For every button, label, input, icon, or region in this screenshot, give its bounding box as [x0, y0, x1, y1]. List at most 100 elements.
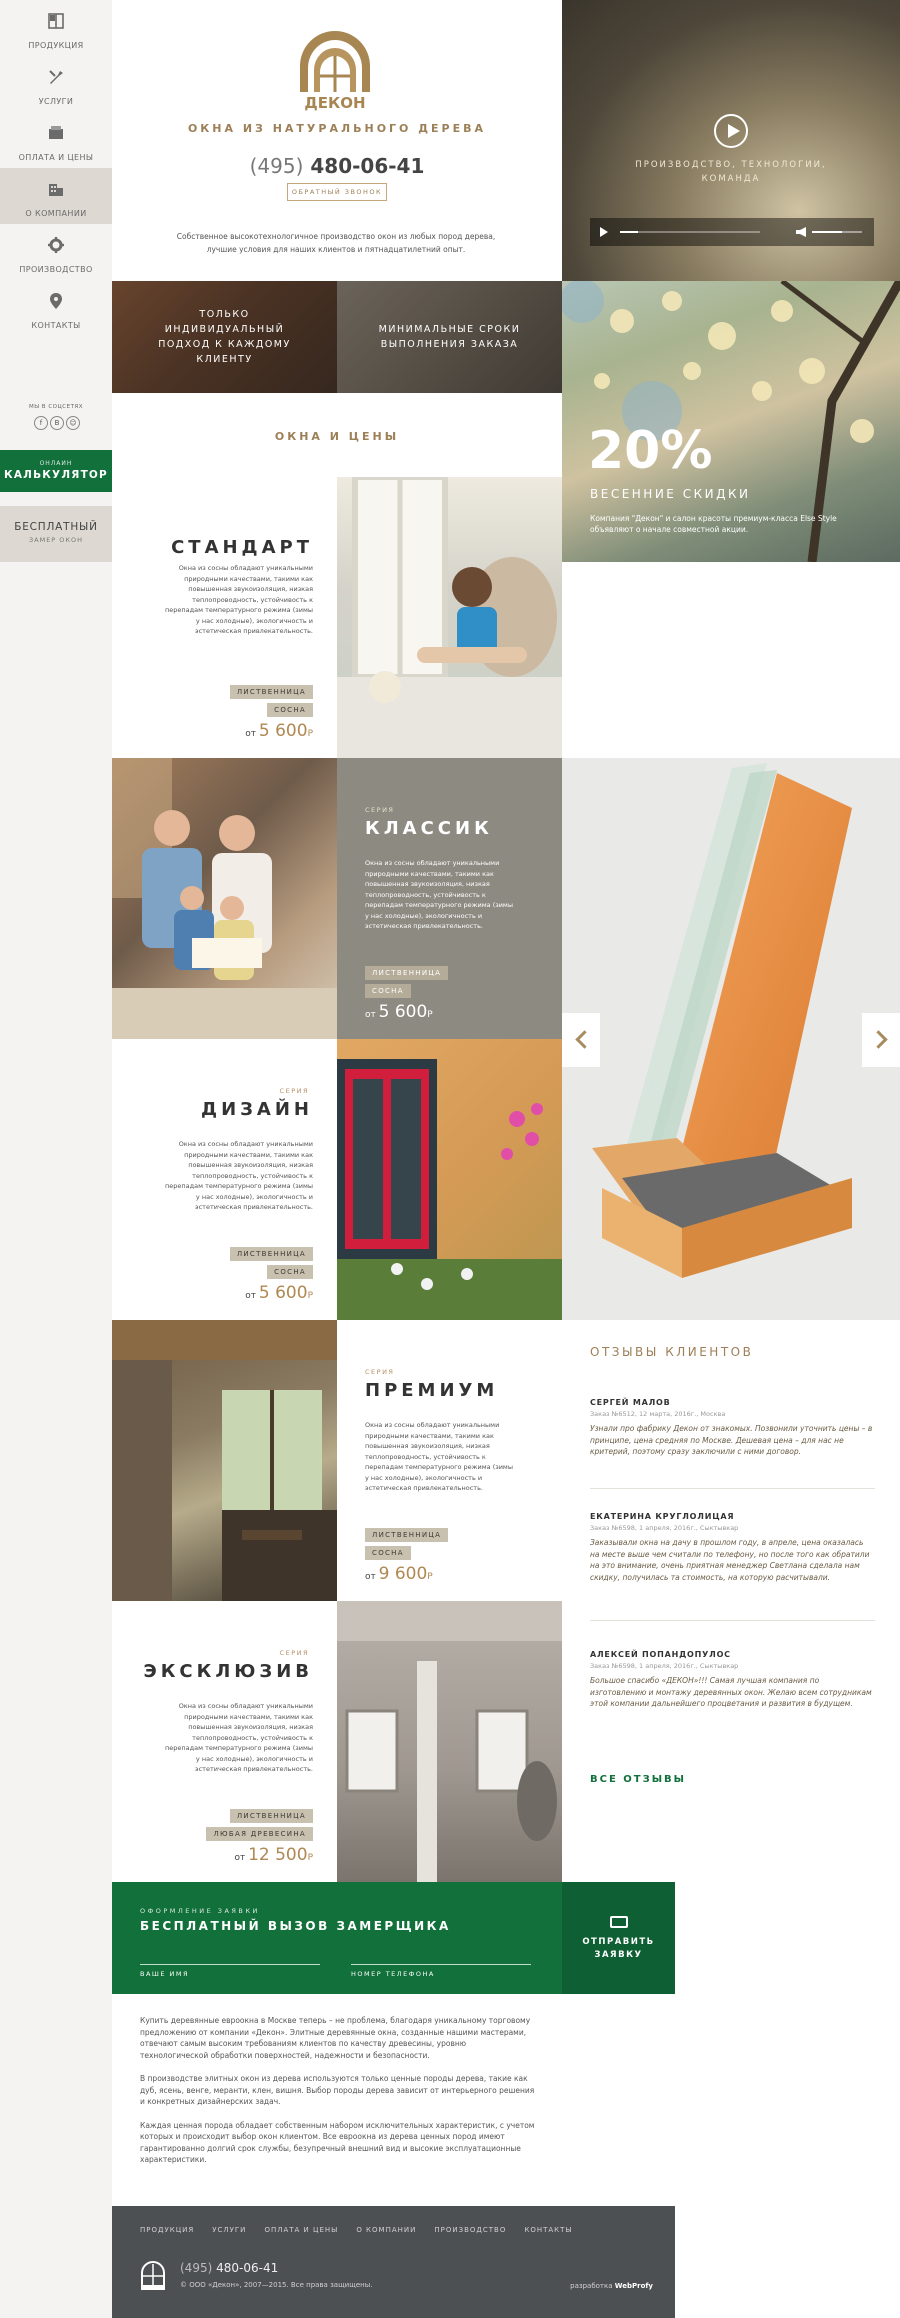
- callback-button[interactable]: ОБРАТНЫЙ ЗВОНОК: [287, 183, 387, 201]
- product-klassik[interactable]: СЕРИЯ КЛАССИК Окна из сосны обладают уни…: [337, 758, 570, 1039]
- vk-icon[interactable]: В: [50, 416, 64, 430]
- product-premium[interactable]: СЕРИЯ ПРЕМИУМ Окна из сосны обладают уни…: [337, 1320, 562, 1601]
- intro-text: Собственное высокотехнологичное производ…: [176, 232, 496, 254]
- product-name: СТАНДАРТ: [171, 537, 313, 558]
- promo-banner[interactable]: 20% ВЕСЕННИЕ СКИДКИ Компания "Декон" и с…: [562, 281, 900, 562]
- price-value: 5 600: [258, 721, 308, 741]
- facebook-icon[interactable]: f: [34, 416, 48, 430]
- sidebar-item-label: КОНТАКТЫ: [31, 321, 81, 330]
- slider-prev-arrow-icon[interactable]: [562, 1013, 600, 1067]
- phone-field[interactable]: НОМЕР ТЕЛЕФОНА: [351, 1964, 531, 1978]
- slider-next-arrow-icon[interactable]: [862, 1013, 900, 1067]
- dev-name: WebProfy: [614, 2282, 653, 2290]
- volume-icon[interactable]: [796, 227, 806, 237]
- review-text: Узнали про фабрику Декон от знакомых. По…: [590, 1424, 873, 1456]
- tools-icon: [49, 70, 63, 84]
- header-phone[interactable]: (495) 480-06-41: [112, 154, 562, 178]
- product-desc: Окна из сосны обладают уникальными приро…: [165, 1702, 313, 1773]
- price-currency: Р: [427, 1010, 433, 1020]
- product-serie: СЕРИЯ: [365, 806, 395, 814]
- progress-bar[interactable]: [620, 231, 760, 233]
- product-price: от 5 600Р: [245, 721, 313, 741]
- feature-text: МИНИМАЛЬНЫЕ СРОКИ ВЫПОЛНЕНИЯ ЗАКАЗА: [379, 322, 521, 352]
- product-dizain[interactable]: СЕРИЯ ДИЗАЙН Окна из сосны обладают уник…: [112, 1039, 337, 1320]
- product-desc: Окна из сосны обладают уникальными приро…: [365, 1421, 513, 1492]
- footer-link[interactable]: КОНТАКТЫ: [524, 2226, 572, 2234]
- phone-code: (495): [180, 2261, 213, 2275]
- product-name: ЭКСКЛЮЗИВ: [143, 1661, 313, 1682]
- all-reviews-link[interactable]: ВСЕ ОТЗЫВЫ: [590, 1774, 686, 1785]
- feature-individual: ТОЛЬКО ИНДИВИДУАЛЬНЫЙ ПОДХОД К КАЖДОМУ К…: [112, 281, 337, 393]
- wood-tag: ЛИСТВЕННИЦА: [365, 1528, 449, 1542]
- order-title: БЕСПЛАТНЫЙ ВЫЗОВ ЗАМЕРЩИКА: [140, 1919, 451, 1933]
- logo[interactable]: ДЕКОН: [290, 26, 380, 116]
- footer-phone[interactable]: (495) 480-06-41: [180, 2261, 278, 2275]
- product-name: ДИЗАЙН: [201, 1099, 313, 1120]
- developer-credit[interactable]: разработка WebProfy: [570, 2282, 653, 2290]
- footer-link[interactable]: О КОМПАНИИ: [356, 2226, 416, 2234]
- price-from: от: [234, 1853, 246, 1863]
- send-request-button[interactable]: ОТПРАВИТЬ ЗАЯВКУ: [562, 1882, 675, 1994]
- measure-big-label: БЕСПЛАТНЫЙ: [14, 521, 98, 533]
- photo-red-window: [337, 1039, 562, 1320]
- footer-logo[interactable]: [140, 2261, 166, 2291]
- photo-classical-facade: [337, 1601, 562, 1882]
- sidebar-item-production[interactable]: ПРОИЗВОДСТВО: [0, 224, 112, 280]
- photo-girl-window: [337, 477, 562, 758]
- price-value: 5 600: [378, 1002, 428, 1022]
- odnoklassniki-icon[interactable]: ☺: [66, 416, 80, 430]
- footer: ПРОДУКЦИЯ УСЛУГИ ОПЛАТА И ЦЕНЫ О КОМПАНИ…: [112, 2206, 675, 2318]
- product-standart[interactable]: СТАНДАРТ Окна из сосны обладают уникальн…: [112, 477, 337, 758]
- seo-text: Купить деревянные евроокна в Москве тепе…: [140, 2015, 535, 2178]
- price-currency: Р: [307, 729, 313, 739]
- price-value: 12 500: [248, 1845, 308, 1865]
- review-author: АЛЕКСЕЙ ПОПАНДОПУЛОС: [590, 1650, 731, 1659]
- sidebar-item-services[interactable]: УСЛУГИ: [0, 56, 112, 112]
- online-calculator-button[interactable]: ОНЛАЙН КАЛЬКУЛЯТОР: [0, 450, 112, 492]
- footer-link[interactable]: ОПЛАТА И ЦЕНЫ: [264, 2226, 338, 2234]
- seo-paragraph: В производстве элитных окон из дерева ис…: [140, 2074, 535, 2106]
- page: ПРОДУКЦИЯ УСЛУГИ ОПЛАТА И ЦЕНЫ О КОМПАНИ…: [0, 0, 900, 2318]
- facade-illustration: [337, 1601, 562, 1882]
- window-profile-slider[interactable]: [562, 758, 900, 1320]
- sidebar-item-about[interactable]: О КОМПАНИИ: [0, 168, 112, 224]
- name-field[interactable]: ВАШЕ ИМЯ: [140, 1964, 320, 1978]
- review-meta: Заказ №6512, 12 марта, 2016г., Москва: [590, 1410, 726, 1418]
- volume-slider[interactable]: [812, 231, 862, 233]
- review-item: СЕРГЕЙ МАЛОВ Заказ №6512, 12 марта, 2016…: [590, 1398, 875, 1458]
- footer-link[interactable]: ПРОДУКЦИЯ: [140, 2226, 194, 2234]
- sidebar-item-contacts[interactable]: КОНТАКТЫ: [0, 280, 112, 336]
- review-meta: Заказ №6598, 1 апреля, 2016г., Сыктывкар: [590, 1524, 739, 1532]
- sidebar-item-products[interactable]: ПРОДУКЦИЯ: [0, 0, 112, 56]
- product-exclusive[interactable]: СЕРИЯ ЭКСКЛЮЗИВ Окна из сосны обладают у…: [112, 1601, 337, 1882]
- video-caption-line: ПРОИЗВОДСТВО, ТЕХНОЛОГИИ,: [635, 160, 827, 170]
- price-from: от: [365, 1010, 376, 1020]
- free-measure-button[interactable]: БЕСПЛАТНЫЙ ЗАМЕР ОКОН: [0, 506, 112, 562]
- sidebar-item-label: О КОМПАНИИ: [25, 209, 87, 218]
- play-small-icon[interactable]: [600, 227, 608, 237]
- product-desc: Окна из сосны обладают уникальными приро…: [365, 859, 513, 930]
- product-name: КЛАССИК: [365, 818, 493, 839]
- review-divider: [590, 1488, 875, 1489]
- phone-number: 480-06-41: [216, 2261, 279, 2275]
- price-from: от: [245, 729, 257, 739]
- window-icon: [48, 13, 64, 29]
- video-caption-line: КОМАНДА: [701, 174, 761, 184]
- price-currency: Р: [307, 1291, 313, 1301]
- send-label-line: ОТПРАВИТЬ: [582, 1937, 655, 1947]
- price-from: от: [245, 1291, 257, 1301]
- play-icon[interactable]: [714, 114, 748, 148]
- building-icon: [49, 184, 63, 196]
- footer-link[interactable]: ПРОИЗВОДСТВО: [434, 2226, 506, 2234]
- sidebar-item-label: УСЛУГИ: [38, 97, 74, 106]
- wood-tag: СОСНА: [267, 1265, 313, 1279]
- section-title: ОКНА И ЦЕНЫ: [274, 430, 400, 443]
- wood-tag: СОСНА: [365, 984, 411, 998]
- logo-text: ДЕКОН: [304, 94, 365, 112]
- window-profile-illustration: [592, 763, 852, 1278]
- feature-line: МИНИМАЛЬНЫЕ СРОКИ: [378, 324, 521, 335]
- sidebar-item-payment[interactable]: ОПЛАТА И ЦЕНЫ: [0, 112, 112, 168]
- footer-link[interactable]: УСЛУГИ: [212, 2226, 246, 2234]
- reviews-title: ОТЗЫВЫ КЛИЕНТОВ: [590, 1345, 754, 1359]
- video-player[interactable]: ПРОИЗВОДСТВО, ТЕХНОЛОГИИ, КОМАНДА: [562, 0, 900, 281]
